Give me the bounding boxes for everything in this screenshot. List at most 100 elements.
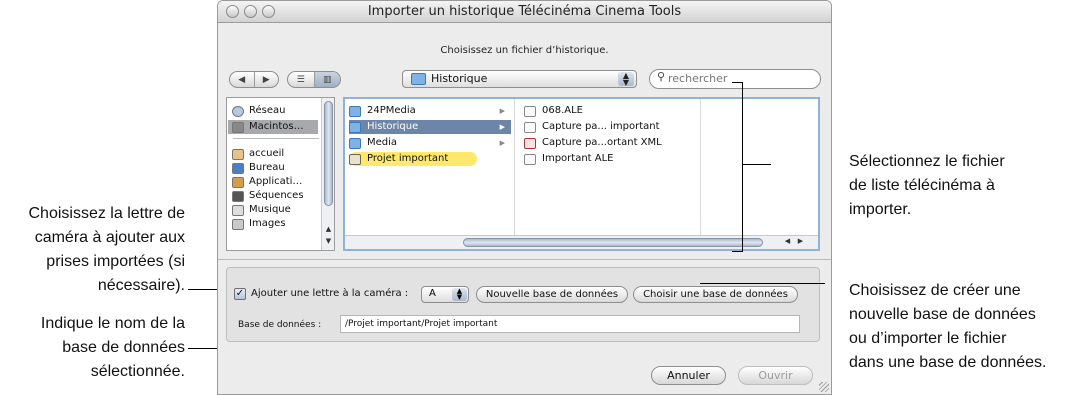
search-input[interactable]: [668, 72, 813, 85]
browser-column-2: 068.ALE Capture pa... important Capture …: [516, 99, 701, 235]
list-item[interactable]: 24PMedia ▶: [349, 104, 511, 118]
title-bar: Importer un historique Télécinéma Cinema…: [218, 1, 831, 23]
scroll-left-arrow-icon[interactable]: ◀: [782, 237, 793, 245]
scroll-down-arrow-icon[interactable]: ▼: [323, 237, 334, 247]
database-label: Base de données :: [238, 320, 322, 330]
chevron-updown-icon: ▲ ▼: [618, 72, 634, 87]
list-item[interactable]: Historique ▶: [349, 120, 511, 134]
callout-line: Choisissez la lettre de: [28, 205, 185, 222]
document-icon: [524, 121, 536, 133]
callout-line: dans une base de données.: [849, 354, 1047, 371]
item-label: Media: [367, 137, 398, 148]
horizontal-scroll-thumb[interactable]: [463, 238, 763, 247]
callout-line: de liste télécinéma à: [849, 177, 995, 194]
callout-line: nécessaire).: [97, 277, 185, 294]
folder-icon: [349, 137, 361, 149]
applications-icon: [232, 176, 244, 188]
sidebar-scrollbar[interactable]: ▲ ▼: [321, 98, 334, 250]
sidebar-item-label: accueil: [249, 148, 285, 159]
folder-icon: [411, 73, 426, 85]
sidebar-item-desktop[interactable]: Bureau: [232, 161, 285, 175]
network-icon: [232, 105, 244, 117]
folder-icon: [349, 121, 361, 133]
sidebar-item-home[interactable]: accueil: [232, 147, 284, 161]
window-title: Importer un historique Télécinéma Cinema…: [367, 4, 682, 19]
sidebar-item-macintosh[interactable]: Macintos…: [228, 120, 318, 134]
resize-grip-icon[interactable]: [819, 382, 829, 392]
database-path-field: /Projet important/Projet important: [340, 315, 800, 333]
xml-document-icon: [524, 137, 536, 149]
add-camera-letter-checkbox[interactable]: ✓: [234, 288, 246, 300]
sidebar-item-label: Bureau: [249, 162, 285, 173]
list-item[interactable]: Capture pa... important: [524, 120, 696, 134]
list-item[interactable]: 068.ALE: [524, 104, 696, 118]
import-dialog-window: Importer un historique Télécinéma Cinema…: [217, 0, 832, 395]
callout-line: Choisissez de créer une: [849, 282, 1021, 299]
bracket-select-file: [742, 82, 743, 252]
desktop-icon: [232, 162, 244, 174]
list-view-icon[interactable]: ☰: [288, 72, 315, 87]
document-icon: [524, 105, 536, 117]
item-label: 24PMedia: [367, 105, 416, 116]
sidebar-item-applications[interactable]: Applicati…: [232, 175, 302, 189]
callout-database-choice: Choisissez de créer une nouvelle base de…: [849, 279, 1047, 375]
chevron-updown-icon: ▲ ▼: [452, 288, 467, 301]
bracket-select-file-top: [732, 82, 743, 83]
view-mode-buttons: ☰ ▥: [287, 71, 341, 88]
sidebar-scroll-thumb[interactable]: [324, 101, 333, 206]
callout-camera-letter: Choisissez la lettre de caméra à ajouter…: [0, 202, 185, 298]
chevron-right-icon: ▶: [499, 139, 505, 147]
item-label: Capture pa... important: [542, 121, 660, 132]
camera-letter-select[interactable]: A ▲ ▼: [421, 286, 469, 303]
pictures-icon: [232, 218, 244, 230]
navigation-buttons: ◀ ▶: [229, 71, 279, 88]
music-icon: [232, 204, 244, 216]
browser-column-1: 24PMedia ▶ Historique ▶ Media ▶ Projet i…: [345, 99, 515, 235]
callout-line: sélectionnée.: [90, 363, 185, 380]
document-icon: [524, 153, 536, 165]
item-label: Important ALE: [542, 153, 614, 164]
back-arrow-icon[interactable]: ◀: [230, 72, 255, 87]
sidebar-item-label: Séquences: [249, 190, 304, 201]
location-label: Historique: [431, 72, 488, 85]
sidebar-item-label: Applicati…: [249, 176, 303, 187]
location-popup[interactable]: Historique ▲ ▼: [402, 70, 637, 88]
sidebar-item-music[interactable]: Musique: [232, 203, 291, 217]
list-item[interactable]: Capture pa...ortant XML: [524, 136, 696, 150]
search-field[interactable]: ⚲: [649, 69, 821, 89]
project-file-icon: [349, 153, 361, 165]
hard-disk-icon: [232, 121, 244, 133]
folder-icon: [349, 105, 361, 117]
callout-database-name: Indique le nom de la base de données sél…: [0, 312, 185, 384]
callout-line: caméra à ajouter aux: [34, 229, 185, 246]
scroll-right-arrow-icon[interactable]: ▶: [795, 237, 806, 245]
sidebar-item-label: Images: [249, 218, 286, 229]
list-item[interactable]: Projet important: [349, 152, 477, 166]
callout-line: base de données: [62, 339, 185, 356]
column-browser: 24PMedia ▶ Historique ▶ Media ▶ Projet i…: [343, 97, 820, 251]
callout-select-file: Sélectionnez le fichier de liste télécin…: [849, 150, 1005, 222]
sidebar-item-network[interactable]: Réseau: [232, 104, 285, 118]
column-browser-scrollbar[interactable]: ◀ ▶: [345, 235, 818, 249]
chevron-right-icon: ▶: [499, 123, 505, 131]
column-view-icon[interactable]: ▥: [314, 72, 340, 87]
chevron-right-icon: ▶: [499, 107, 505, 115]
movies-icon: [232, 190, 244, 202]
item-label: Historique: [367, 121, 419, 132]
forward-arrow-icon[interactable]: ▶: [255, 72, 279, 87]
sidebar-item-pictures[interactable]: Images: [232, 217, 286, 231]
bracket-select-file-bottom: [732, 251, 743, 252]
leader-line-select-file: [743, 164, 771, 165]
callout-line: nouvelle base de données: [849, 306, 1036, 323]
scroll-up-arrow-icon[interactable]: ▲: [323, 225, 334, 235]
sidebar-item-movies[interactable]: Séquences: [232, 189, 304, 203]
callout-line: Sélectionnez le fichier: [849, 153, 1005, 170]
new-database-button[interactable]: Nouvelle base de données: [476, 286, 628, 303]
list-item[interactable]: Media ▶: [349, 136, 511, 150]
choose-database-button[interactable]: Choisir une base de données: [633, 286, 798, 303]
open-button[interactable]: Ouvrir: [738, 366, 813, 385]
camera-letter-value: A: [429, 288, 436, 299]
list-item[interactable]: Important ALE: [524, 152, 696, 166]
cancel-button[interactable]: Annuler: [651, 366, 726, 385]
sidebar-item-label: Musique: [249, 204, 291, 215]
